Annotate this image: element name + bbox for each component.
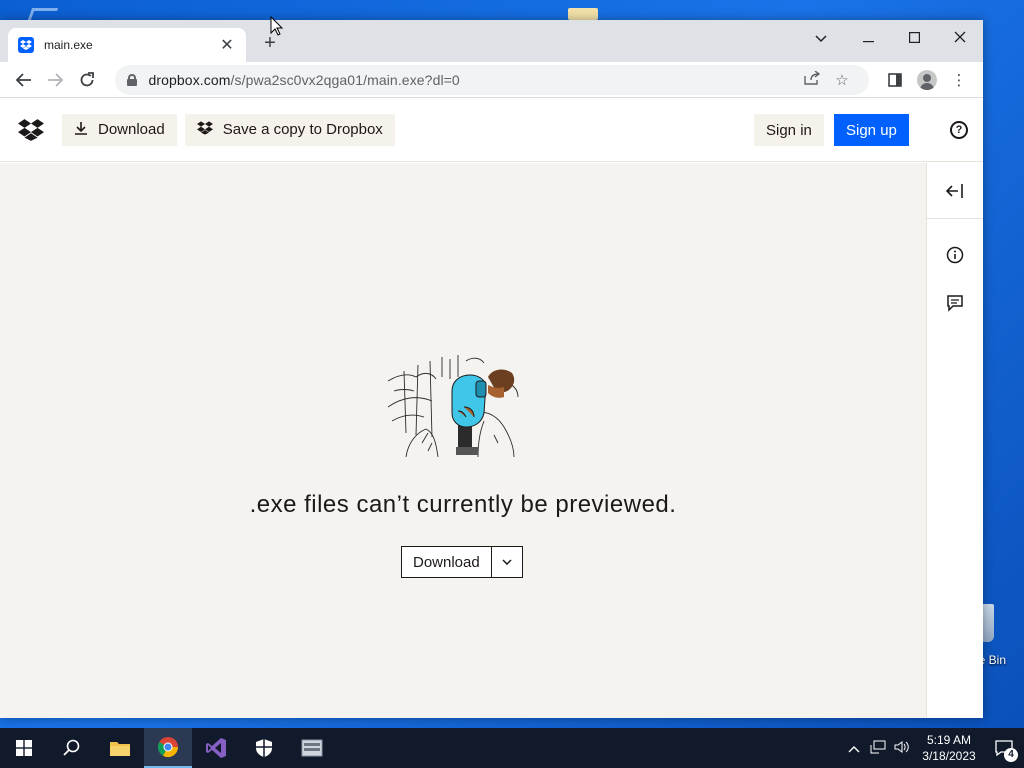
chrome-taskbar-icon[interactable] — [144, 728, 192, 768]
tab-main-exe[interactable]: main.exe ✕ — [8, 28, 246, 62]
download-split-button: Download — [401, 546, 523, 578]
window-close-icon[interactable] — [937, 24, 983, 52]
url-text: dropbox.com/s/pwa2sc0vx2qga01/main.exe?d… — [149, 72, 797, 88]
tab-close-icon[interactable]: ✕ — [218, 35, 236, 55]
binocular-viewer-illustration — [387, 355, 519, 457]
url-path: /s/pwa2sc0vx2qga01/main.exe?dl=0 — [230, 71, 460, 88]
network-icon[interactable] — [866, 740, 890, 757]
address-bar[interactable]: dropbox.com/s/pwa2sc0vx2qga01/main.exe?d… — [114, 64, 869, 95]
side-panel-icon[interactable] — [879, 64, 911, 96]
sign-up-button[interactable]: Sign up — [834, 114, 909, 146]
start-windows-icon[interactable] — [0, 728, 48, 768]
bookmark-star-icon[interactable]: ☆ — [827, 71, 857, 89]
reload-icon[interactable] — [71, 64, 103, 96]
lock-icon[interactable] — [126, 73, 137, 86]
header-download-button[interactable]: Download — [62, 113, 177, 146]
preview-download-button[interactable]: Download — [402, 547, 492, 577]
url-host: dropbox.com — [148, 71, 231, 88]
windows-security-shield-icon[interactable] — [240, 728, 288, 768]
file-explorer-icon[interactable] — [96, 728, 144, 768]
preview-unavailable-message: .exe files can’t currently be previewed. — [249, 491, 677, 518]
share-icon[interactable] — [797, 69, 827, 89]
desktop-folder-icon[interactable] — [568, 8, 598, 20]
system-tray: 5:19 AM 3/18/2023 4 — [842, 728, 1024, 768]
right-sidebar — [926, 163, 983, 718]
taskbar-clock[interactable]: 5:19 AM 3/18/2023 — [914, 732, 984, 764]
tab-search-icon[interactable] — [798, 24, 844, 52]
server-manager-icon[interactable] — [288, 728, 336, 768]
mouse-cursor-icon — [270, 16, 284, 36]
tab-title: main.exe — [44, 38, 93, 52]
save-copy-label: Save a copy to Dropbox — [222, 121, 383, 138]
dropbox-favicon-icon — [18, 37, 34, 53]
visual-studio-icon[interactable] — [192, 728, 240, 768]
avatar-icon — [916, 69, 937, 90]
save-copy-button[interactable]: Save a copy to Dropbox — [184, 113, 395, 146]
dropbox-header: Download Save a copy to Dropbox Sign in … — [0, 98, 983, 162]
chevron-up-icon[interactable] — [842, 741, 866, 756]
profile-avatar[interactable] — [911, 64, 943, 96]
dropbox-logo-icon[interactable] — [18, 118, 44, 141]
clock-date: 3/18/2023 — [922, 749, 976, 763]
preview-area: .exe files can’t currently be previewed.… — [0, 163, 926, 718]
maximize-icon[interactable] — [891, 24, 937, 52]
clock-time: 5:19 AM — [926, 733, 972, 747]
volume-icon[interactable] — [890, 740, 914, 757]
notification-count-badge: 4 — [1004, 748, 1018, 762]
minimize-icon[interactable] — [845, 24, 891, 52]
info-icon[interactable] — [927, 231, 983, 279]
help-icon[interactable]: ? — [950, 121, 968, 139]
notification-center-icon[interactable]: 4 — [984, 728, 1024, 768]
browser-window: main.exe ✕ + dropbox.com/s/pwa2sc0vx2qga… — [0, 20, 983, 718]
dropbox-small-icon — [196, 120, 213, 139]
browser-toolbar: dropbox.com/s/pwa2sc0vx2qga01/main.exe?d… — [0, 62, 983, 98]
desktop-icon[interactable] — [27, 8, 59, 20]
forward-icon[interactable] — [40, 64, 72, 96]
header-download-label: Download — [98, 121, 165, 138]
comment-icon[interactable] — [927, 279, 983, 327]
taskbar: 5:19 AM 3/18/2023 4 — [0, 728, 1024, 768]
back-icon[interactable] — [8, 64, 40, 96]
sign-in-button[interactable]: Sign in — [754, 114, 824, 146]
download-options-chevron-down-icon[interactable] — [492, 547, 522, 577]
search-icon[interactable] — [48, 728, 96, 768]
download-icon — [74, 121, 88, 139]
menu-kebab-icon[interactable]: ⋮ — [943, 64, 975, 96]
collapse-sidebar-icon[interactable] — [927, 163, 983, 219]
tab-strip: main.exe ✕ + — [0, 20, 983, 62]
